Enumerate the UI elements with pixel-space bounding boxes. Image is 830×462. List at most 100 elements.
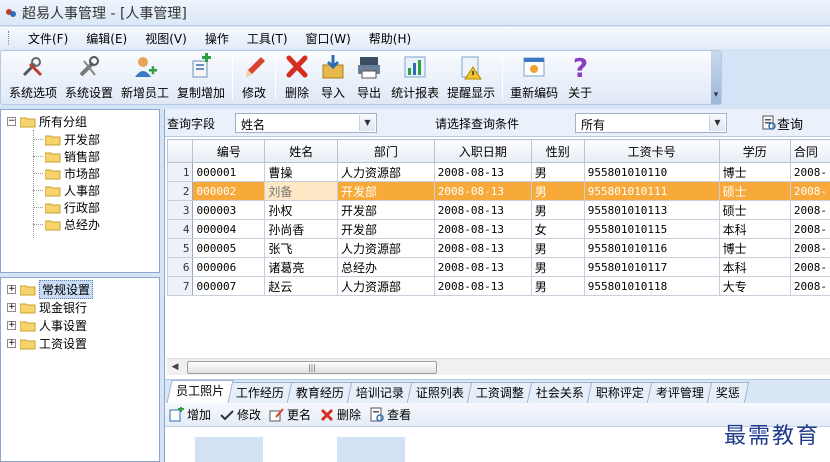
tree-node-dev[interactable]: 开发部 xyxy=(33,131,100,148)
table-cell[interactable]: 2008-08-13 xyxy=(433,238,532,258)
table-cell[interactable]: 000001 xyxy=(192,162,266,182)
edit-button[interactable]: 修改 xyxy=(236,51,272,103)
table-cell[interactable]: 孙权 xyxy=(264,200,339,220)
tab-education[interactable]: 教育经历 xyxy=(286,382,354,403)
export-button[interactable]: 导出 xyxy=(351,51,387,103)
column-header[interactable]: 合同 xyxy=(789,139,830,163)
table-row[interactable]: 5 000005 张飞 人力资源部 2008-08-13 男 955801010116 博士 2… xyxy=(167,238,830,258)
table-cell[interactable]: 男 xyxy=(530,276,585,296)
reminder-button[interactable]: 提醒显示 xyxy=(443,51,499,103)
table-cell[interactable]: 955801010110 xyxy=(583,162,720,182)
table-cell[interactable]: 2008-08-13 xyxy=(433,200,532,220)
column-header[interactable]: 编号 xyxy=(192,139,266,163)
table-row[interactable]: 4 000004 孙尚香 开发部 2008-08-13 女 955801010115 本科 20… xyxy=(167,219,830,239)
system-options-button[interactable]: 系统选项 xyxy=(5,51,61,103)
table-cell[interactable]: 000004 xyxy=(192,219,266,239)
menu-edit[interactable]: 编辑(E) xyxy=(77,30,136,47)
menu-operation[interactable]: 操作 xyxy=(196,30,238,47)
photo-edit-button[interactable]: 修改 xyxy=(219,406,261,423)
table-cell[interactable]: 男 xyxy=(530,238,585,258)
photo-rename-button[interactable]: 更名 xyxy=(269,406,311,423)
column-header[interactable]: 性别 xyxy=(530,139,585,163)
table-cell[interactable]: 955801010115 xyxy=(583,219,720,239)
table-cell[interactable]: 开发部 xyxy=(337,219,435,239)
table-cell[interactable]: 开发部 xyxy=(337,200,435,220)
photo-thumbnail[interactable] xyxy=(337,437,405,462)
table-cell[interactable]: 刘备 xyxy=(264,181,339,201)
expand-icon[interactable]: + xyxy=(7,321,16,330)
tab-salary-adjust[interactable]: 工资调整 xyxy=(466,382,534,403)
scroll-left-icon[interactable]: ◀ xyxy=(169,361,181,374)
table-row[interactable]: 3 000003 孙权 开发部 2008-08-13 男 955801010113 硕士 200… xyxy=(167,200,830,220)
table-cell[interactable]: 开发部 xyxy=(337,181,435,201)
photo-delete-button[interactable]: 删除 xyxy=(319,406,361,423)
table-cell[interactable]: 赵云 xyxy=(264,276,339,296)
tab-certificates[interactable]: 证照列表 xyxy=(406,382,474,403)
query-condition-select[interactable]: 所有 ▼ xyxy=(575,113,727,133)
chevron-down-icon[interactable]: ▼ xyxy=(359,115,375,131)
expand-icon[interactable]: + xyxy=(7,339,16,348)
table-cell[interactable]: 000006 xyxy=(192,257,266,277)
table-cell[interactable]: 955801010113 xyxy=(583,200,720,220)
tab-work-history[interactable]: 工作经历 xyxy=(226,382,294,403)
table-cell[interactable]: 2008-08-13 xyxy=(433,276,532,296)
scrollbar-thumb[interactable]: ||| xyxy=(187,361,437,374)
table-cell[interactable]: 人力资源部 xyxy=(337,162,435,182)
column-header[interactable]: 学历 xyxy=(718,139,791,163)
table-cell[interactable]: 2008- xyxy=(789,200,830,220)
menu-window[interactable]: 窗口(W) xyxy=(297,30,360,47)
table-cell[interactable]: 000005 xyxy=(192,238,266,258)
menu-help[interactable]: 帮助(H) xyxy=(360,30,420,47)
table-cell[interactable]: 硕士 xyxy=(718,200,791,220)
photo-thumbnail[interactable] xyxy=(195,437,263,462)
table-cell[interactable]: 诸葛亮 xyxy=(264,257,339,277)
tab-training[interactable]: 培训记录 xyxy=(346,382,414,403)
recode-button[interactable]: 重新编码 xyxy=(506,51,562,103)
statistics-report-button[interactable]: 统计报表 xyxy=(387,51,443,103)
table-cell[interactable]: 2008- xyxy=(789,181,830,201)
table-cell[interactable]: 男 xyxy=(530,181,585,201)
tree-node-cash-bank[interactable]: + 现金银行 xyxy=(7,299,87,316)
table-cell[interactable]: 2008- xyxy=(789,219,830,239)
table-cell[interactable]: 955801010116 xyxy=(583,238,720,258)
tab-social-relations[interactable]: 社会关系 xyxy=(526,382,594,403)
tab-title-evaluation[interactable]: 职称评定 xyxy=(586,382,654,403)
table-cell[interactable]: 2008-08-13 xyxy=(433,257,532,277)
expand-icon[interactable]: + xyxy=(7,285,16,294)
table-cell[interactable]: 2008- xyxy=(789,276,830,296)
table-cell[interactable]: 2008-08-13 xyxy=(433,181,532,201)
table-cell[interactable]: 000002 xyxy=(192,181,266,201)
table-cell[interactable]: 男 xyxy=(530,162,585,182)
tree-node-gm-office[interactable]: 总经办 xyxy=(33,216,100,233)
tab-rewards[interactable]: 奖惩 xyxy=(706,382,750,403)
table-cell[interactable]: 男 xyxy=(530,200,585,220)
table-cell[interactable]: 大专 xyxy=(718,276,791,296)
table-cell[interactable]: 女 xyxy=(530,219,585,239)
query-button[interactable]: 查询 xyxy=(761,113,803,133)
table-cell[interactable]: 博士 xyxy=(718,162,791,182)
table-cell[interactable]: 2008- xyxy=(789,257,830,277)
menu-view[interactable]: 视图(V) xyxy=(136,30,196,47)
table-cell[interactable]: 总经办 xyxy=(337,257,435,277)
copy-add-button[interactable]: 复制增加 xyxy=(173,51,229,103)
tree-node-hr-settings[interactable]: + 人事设置 xyxy=(7,317,87,334)
table-cell[interactable]: 000003 xyxy=(192,200,266,220)
table-row[interactable]: 6 000006 诸葛亮 总经办 2008-08-13 男 955801010117 本科 20… xyxy=(167,257,830,277)
photo-add-button[interactable]: 增加 xyxy=(169,406,211,423)
collapse-icon[interactable]: − xyxy=(7,117,16,126)
table-cell[interactable]: 博士 xyxy=(718,238,791,258)
table-cell[interactable]: 张飞 xyxy=(264,238,339,258)
tree-node-marketing[interactable]: 市场部 xyxy=(33,165,100,182)
horizontal-scrollbar[interactable]: ◀ ||| xyxy=(167,358,830,375)
table-cell[interactable]: 人力资源部 xyxy=(337,238,435,258)
table-row[interactable]: 1 000001 曹操 人力资源部 2008-08-13 男 955801010110 博士 2… xyxy=(167,162,830,182)
table-cell[interactable]: 人力资源部 xyxy=(337,276,435,296)
tree-node-all-groups[interactable]: − 所有分组 xyxy=(7,113,87,130)
query-field-select[interactable]: 姓名 ▼ xyxy=(235,113,377,133)
table-cell[interactable]: 955801010118 xyxy=(583,276,720,296)
column-header[interactable]: 部门 xyxy=(337,139,435,163)
table-cell[interactable]: 曹操 xyxy=(264,162,339,182)
tree-node-admin[interactable]: 行政部 xyxy=(33,199,100,216)
import-button[interactable]: 导入 xyxy=(315,51,351,103)
tab-employee-photo[interactable]: 员工照片 xyxy=(166,380,234,403)
